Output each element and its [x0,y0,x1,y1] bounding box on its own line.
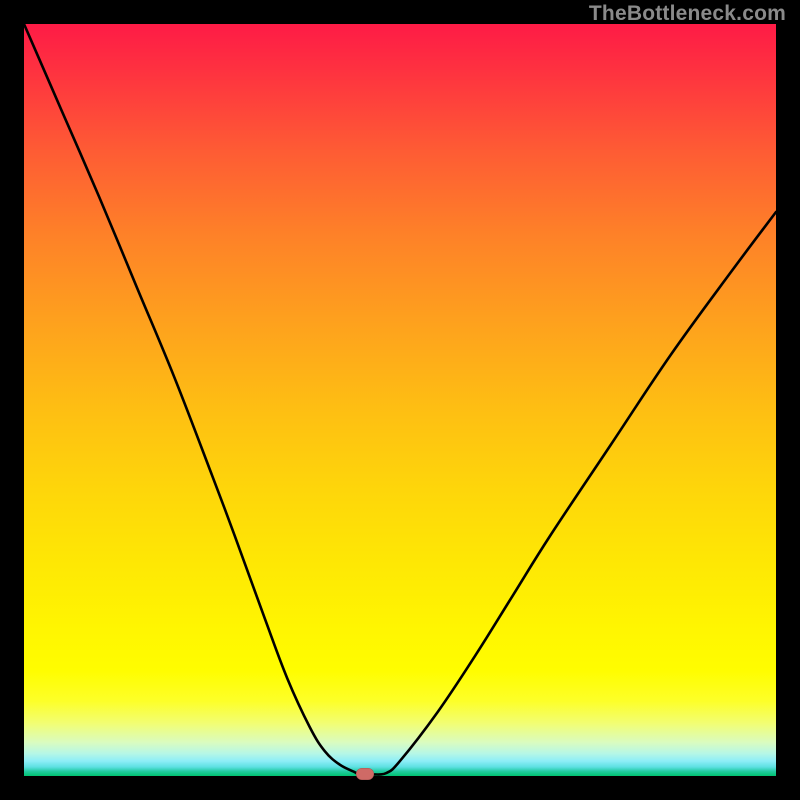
watermark-text: TheBottleneck.com [589,2,786,26]
chart-frame: TheBottleneck.com [0,0,800,800]
plot-area [24,24,776,776]
bottleneck-curve-path [24,24,776,775]
min-point-marker [356,768,374,780]
curve-layer [24,24,776,776]
